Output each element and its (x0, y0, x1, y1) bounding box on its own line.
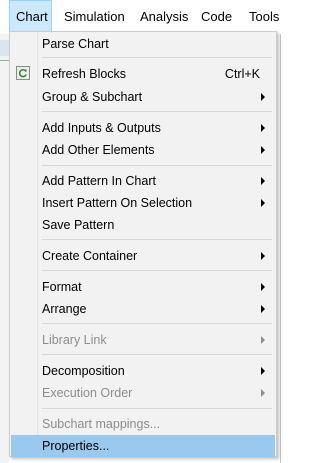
menu-bar: Chart Simulation Analysis Code Tools (0, 0, 288, 35)
menu-item-label: Refresh Blocks (42, 67, 127, 81)
menu-item-group-subchart[interactable]: Group & Subchart (11, 86, 275, 108)
menu-item-label: Add Other Elements (42, 143, 155, 157)
menubar-simulation-label: Simulation (64, 9, 125, 24)
menu-item-save-pattern[interactable]: Save Pattern (11, 214, 275, 236)
menu-item-label: Create Container (42, 249, 138, 263)
refresh-icon (16, 66, 30, 80)
menubar-code-label: Code (201, 9, 233, 24)
menu-item-insert-pattern-on-selection[interactable]: Insert Pattern On Selection (11, 192, 275, 214)
menu-item-label: Properties... (42, 439, 110, 453)
menu-item-parse-chart[interactable]: Parse Chart (11, 33, 275, 55)
background-toolbar-edge (0, 34, 9, 463)
submenu-arrow-icon (261, 146, 265, 154)
menu-item-add-pattern-in-chart[interactable]: Add Pattern In Chart (11, 170, 275, 192)
menubar-tools-label: Tools (249, 9, 280, 24)
menu-item-add-other-elements[interactable]: Add Other Elements (11, 139, 275, 161)
background-border-line (280, 34, 281, 463)
submenu-arrow-icon (261, 199, 265, 207)
menu-item-decomposition[interactable]: Decomposition (11, 360, 275, 382)
menu-item-create-container[interactable]: Create Container (11, 245, 275, 267)
menu-separator (42, 323, 272, 324)
chart-dropdown-menu: Parse Chart Refresh Blocks Ctrl+K Group … (9, 31, 277, 457)
menu-item-subchart-mappings: Subchart mappings... (11, 413, 275, 435)
menu-separator (42, 239, 272, 240)
menubar-analysis-label: Analysis (140, 9, 189, 24)
menubar-tools[interactable]: Tools (243, 0, 285, 34)
submenu-arrow-icon (261, 93, 265, 101)
menu-item-execution-order: Execution Order (11, 382, 275, 404)
submenu-arrow-icon (261, 305, 265, 313)
menubar-code[interactable]: Code (195, 0, 238, 34)
background-toolbar-strip (0, 40, 9, 56)
menu-item-label: Parse Chart (42, 37, 109, 51)
menu-separator (42, 354, 272, 355)
menu-item-label: Group & Subchart (42, 90, 143, 104)
menubar-simulation[interactable]: Simulation (58, 0, 131, 34)
menu-item-label: Subchart mappings... (42, 417, 161, 431)
menu-item-arrange[interactable]: Arrange (11, 298, 275, 320)
menu-item-label: Execution Order (42, 386, 133, 400)
menu-item-add-inputs-outputs[interactable]: Add Inputs & Outputs (11, 117, 275, 139)
menu-separator (42, 408, 272, 409)
menu-item-properties[interactable]: Properties... (11, 435, 275, 457)
menu-item-label: Add Pattern In Chart (42, 174, 156, 188)
submenu-arrow-icon (261, 389, 265, 397)
submenu-arrow-icon (261, 252, 265, 260)
background-divider (0, 60, 9, 61)
menu-item-label: Insert Pattern On Selection (42, 196, 193, 210)
menubar-chart[interactable]: Chart (9, 0, 52, 34)
menu-item-shortcut: Ctrl+K (224, 67, 260, 81)
menu-item-refresh-blocks[interactable]: Refresh Blocks Ctrl+K (11, 63, 275, 85)
menu-item-label: Library Link (42, 333, 107, 347)
submenu-arrow-icon (261, 283, 265, 291)
menu-item-label: Add Inputs & Outputs (42, 121, 161, 135)
menu-separator (42, 270, 272, 271)
menu-item-label: Save Pattern (42, 218, 115, 232)
menu-item-label: Format (42, 280, 82, 294)
menu-item-label: Arrange (42, 302, 87, 316)
submenu-arrow-icon (261, 367, 265, 375)
background-canvas-edge (277, 34, 288, 463)
menubar-chart-label: Chart (16, 9, 48, 24)
menu-separator (42, 111, 272, 112)
submenu-arrow-icon (261, 336, 265, 344)
menu-item-label: Decomposition (42, 364, 125, 378)
submenu-arrow-icon (261, 177, 265, 185)
menu-separator (42, 165, 272, 166)
menu-item-format[interactable]: Format (11, 276, 275, 298)
submenu-arrow-icon (261, 124, 265, 132)
menu-item-library-link: Library Link (11, 329, 275, 351)
menu-separator (42, 57, 272, 58)
menubar-analysis[interactable]: Analysis (134, 0, 194, 34)
